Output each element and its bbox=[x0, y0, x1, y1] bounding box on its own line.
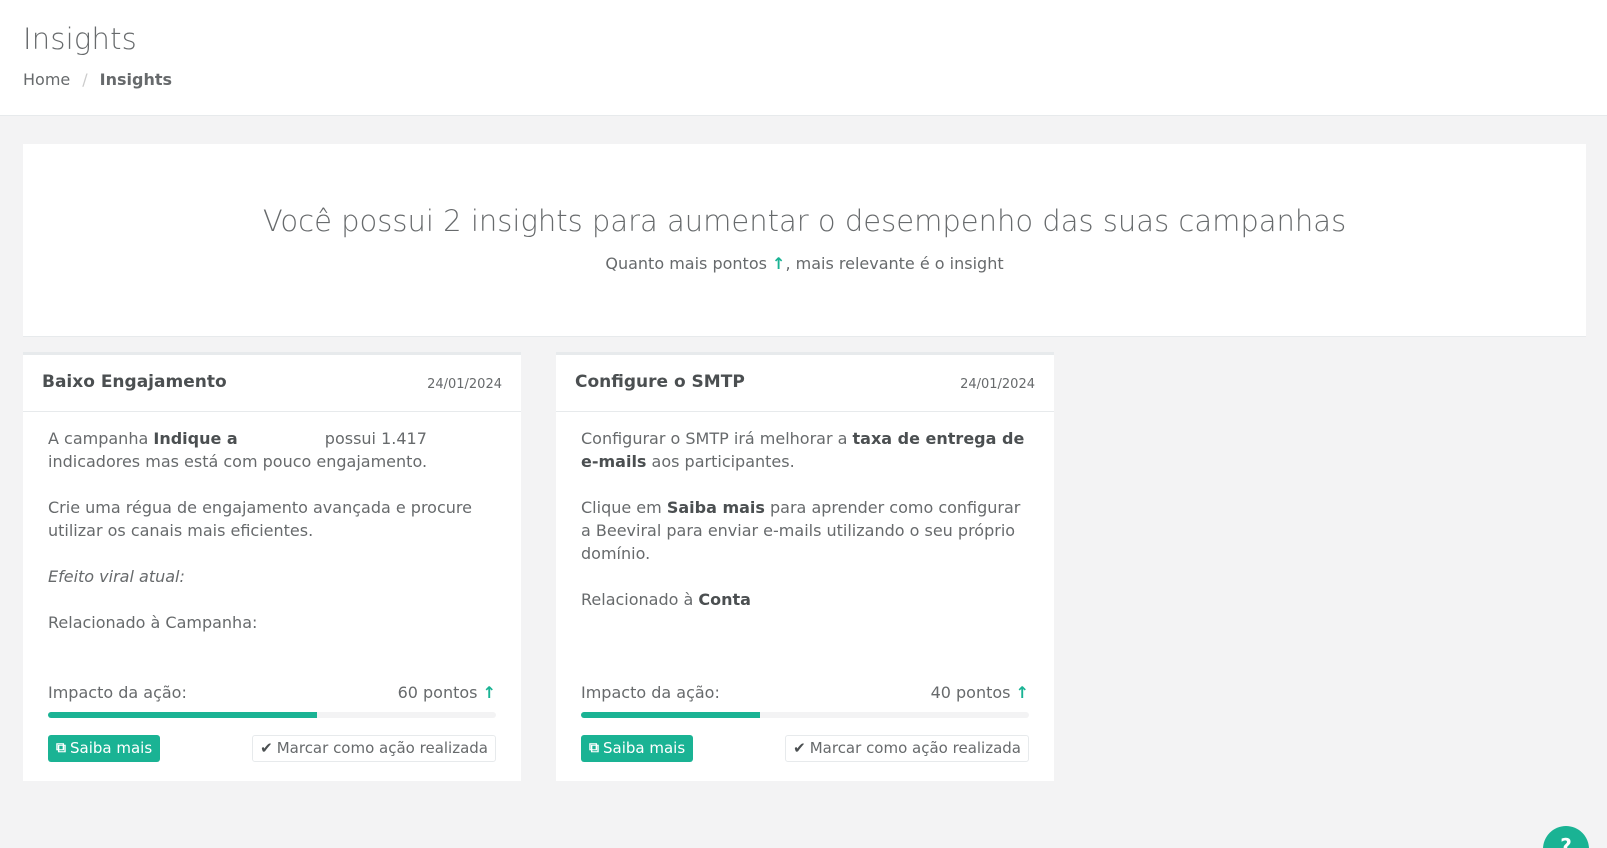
help-chat-button[interactable]: ? bbox=[1543, 826, 1589, 848]
campaign-name: Indique a bbox=[153, 429, 238, 448]
summary-subtitle: Quanto mais pontos ↑, mais relevante é o… bbox=[23, 254, 1586, 273]
related-campaign-label: Relacionado à Campanha: bbox=[48, 613, 258, 632]
insight-card-configure-smtp: Configure o SMTP 24/01/2024 Configurar o… bbox=[556, 352, 1054, 781]
check-icon: ✔ bbox=[260, 739, 273, 757]
emphasis-text: Conta bbox=[698, 590, 751, 609]
viral-effect-label: Efeito viral atual: bbox=[48, 567, 185, 586]
summary-sub-prefix: Quanto mais pontos bbox=[605, 254, 767, 273]
impact-label: Impacto da ação: bbox=[581, 683, 720, 702]
card-body: A campanha Indique a possui 1.417 indica… bbox=[48, 427, 498, 657]
impact-value: 60 pontos ↑ bbox=[398, 683, 496, 702]
card-title: Configure o SMTP bbox=[575, 372, 745, 392]
card-paragraph: Crie uma régua de engajamento avançada e… bbox=[48, 498, 472, 540]
page-title: Insights bbox=[23, 22, 137, 56]
impact-label: Impacto da ação: bbox=[48, 683, 187, 702]
insight-card-baixo-engajamento: Baixo Engajamento 24/01/2024 A campanha … bbox=[23, 352, 521, 781]
arrow-up-icon: ↑ bbox=[482, 683, 496, 702]
card-header: Baixo Engajamento 24/01/2024 bbox=[23, 355, 521, 412]
impact-value: 40 pontos ↑ bbox=[931, 683, 1029, 702]
card-paragraph: Clique em Saiba mais para aprender como … bbox=[581, 496, 1031, 565]
button-label: Marcar como ação realizada bbox=[276, 739, 488, 757]
card-paragraph: A campanha Indique a possui 1.417 indica… bbox=[48, 427, 498, 473]
emphasis-text: Saiba mais bbox=[666, 498, 765, 517]
card-date: 24/01/2024 bbox=[427, 377, 502, 392]
external-link-icon: ⧉ bbox=[56, 740, 66, 756]
help-icon: ? bbox=[1560, 834, 1572, 848]
button-label: Saiba mais bbox=[603, 739, 686, 757]
impact-points: 60 pontos bbox=[397, 683, 478, 702]
impact-progress-fill bbox=[581, 712, 761, 718]
button-label: Saiba mais bbox=[70, 739, 153, 757]
impact-points: 40 pontos bbox=[930, 683, 1011, 702]
impact-progress-bar bbox=[48, 712, 496, 718]
arrow-up-icon: ↑ bbox=[772, 254, 786, 273]
text: Clique em bbox=[581, 498, 667, 517]
related-account-label: Relacionado à Conta bbox=[581, 588, 1031, 611]
mark-done-button[interactable]: ✔ Marcar como ação realizada bbox=[785, 735, 1029, 762]
check-icon: ✔ bbox=[793, 739, 806, 757]
breadcrumb: Home / Insights bbox=[23, 70, 172, 89]
breadcrumb-separator: / bbox=[82, 70, 88, 89]
saiba-mais-button[interactable]: ⧉ Saiba mais bbox=[48, 735, 161, 762]
insights-summary: Você possui 2 insights para aumentar o d… bbox=[23, 144, 1586, 337]
text: aos participantes. bbox=[646, 452, 795, 471]
external-link-icon: ⧉ bbox=[589, 740, 599, 756]
text: Configurar o SMTP irá melhorar a bbox=[581, 429, 853, 448]
impact-progress-bar bbox=[581, 712, 1029, 718]
button-label: Marcar como ação realizada bbox=[809, 739, 1021, 757]
breadcrumb-home-link[interactable]: Home bbox=[23, 70, 70, 89]
summary-title: Você possui 2 insights para aumentar o d… bbox=[262, 204, 1347, 238]
card-date: 24/01/2024 bbox=[960, 377, 1035, 392]
card-title: Baixo Engajamento bbox=[42, 372, 227, 392]
mark-done-button[interactable]: ✔ Marcar como ação realizada bbox=[252, 735, 496, 762]
text: Relacionado à bbox=[581, 590, 699, 609]
card-body: Configurar o SMTP irá melhorar a taxa de… bbox=[581, 427, 1031, 634]
card-paragraph: Configurar o SMTP irá melhorar a taxa de… bbox=[581, 427, 1031, 473]
breadcrumb-current: Insights bbox=[99, 70, 173, 89]
text: A campanha bbox=[48, 429, 154, 448]
summary-sub-suffix: , mais relevante é o insight bbox=[785, 254, 1004, 273]
arrow-up-icon: ↑ bbox=[1015, 683, 1029, 702]
card-header: Configure o SMTP 24/01/2024 bbox=[556, 355, 1054, 412]
page-header: Insights Home / Insights bbox=[0, 0, 1607, 116]
impact-progress-fill bbox=[48, 712, 317, 718]
saiba-mais-button[interactable]: ⧉ Saiba mais bbox=[581, 735, 694, 762]
